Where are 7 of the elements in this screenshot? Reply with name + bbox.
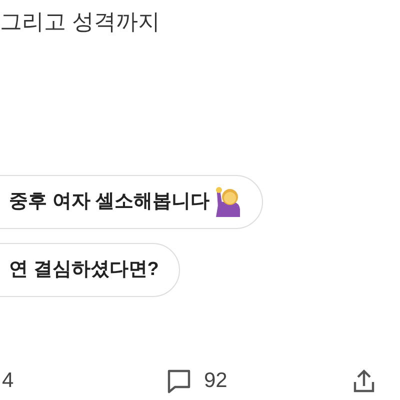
comment-icon bbox=[166, 368, 192, 394]
comment-button[interactable]: 92 bbox=[166, 365, 228, 397]
message-text: 연 결심하셨다면? bbox=[9, 258, 159, 282]
post-text: 그리고 성격까지 bbox=[0, 8, 160, 36]
like-count[interactable]: 4 bbox=[2, 365, 14, 397]
share-icon[interactable] bbox=[352, 368, 376, 394]
message-text: 중후 여자 셀소해봅니다 bbox=[9, 190, 210, 214]
